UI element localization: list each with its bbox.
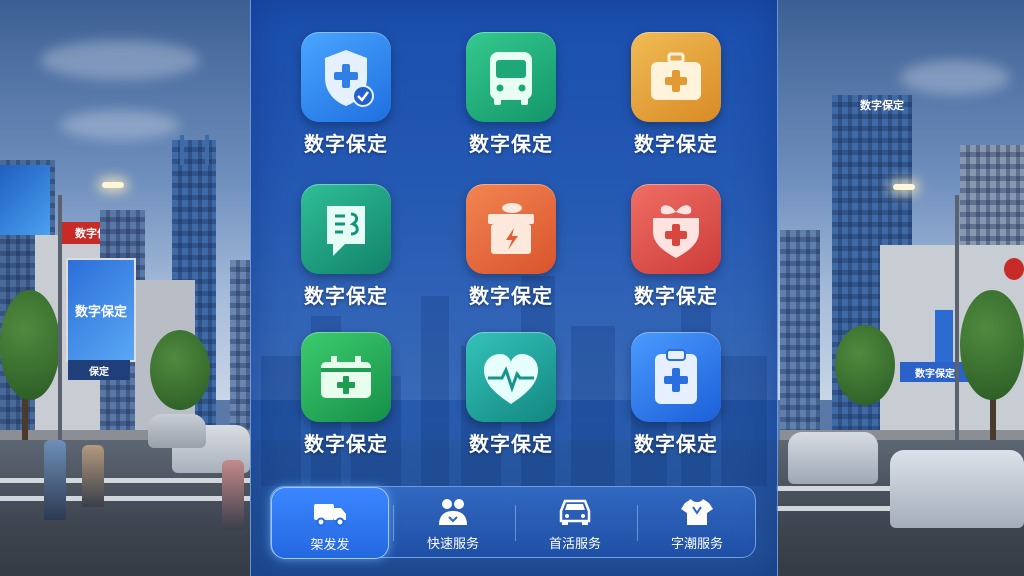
nav-item-life-service[interactable]: 首活服务 [517, 487, 633, 557]
car [890, 450, 1024, 528]
tree [835, 325, 895, 405]
service-tile[interactable]: 数字保定 [611, 32, 741, 157]
tile-label: 数字保定 [634, 284, 718, 308]
spire [205, 135, 209, 165]
tile-label: 数字保定 [304, 284, 388, 308]
car [148, 414, 206, 448]
crosswalk [0, 478, 250, 483]
medical-kit-icon [631, 32, 721, 122]
service-tile[interactable]: 数字保定 [281, 184, 411, 309]
nav-item-delivery[interactable]: 架发发 [271, 487, 389, 559]
nav-divider [637, 505, 638, 541]
nav-label: 字潮服务 [670, 537, 723, 552]
street-lamp [893, 184, 915, 190]
tower-sign: 数字保定 [860, 99, 904, 112]
service-tile[interactable]: 数字保定 [611, 184, 741, 309]
service-tile[interactable]: 数字保定 [281, 332, 411, 457]
car-icon [559, 499, 591, 525]
car [788, 432, 878, 484]
vertical-banner [935, 310, 953, 370]
tile-label: 数字保定 [469, 432, 553, 456]
spire [180, 135, 184, 165]
tree [150, 330, 210, 410]
shield-plus-icon [301, 32, 391, 122]
delivery-truck-icon [314, 504, 346, 527]
tile-label: 数字保定 [469, 132, 553, 156]
led-screen [0, 165, 50, 235]
pedestrian [44, 440, 66, 520]
tile-label: 数字保定 [634, 132, 718, 156]
cloud [40, 40, 200, 80]
tile-label: 数字保定 [634, 432, 718, 456]
cyclist [82, 445, 104, 507]
chat-document-icon [301, 184, 391, 274]
street-lamp [102, 182, 124, 188]
power-box-icon [466, 184, 556, 274]
heart-pulse-icon [466, 332, 556, 422]
service-tile[interactable]: 数字保定 [611, 332, 741, 457]
service-tile[interactable]: 数字保定 [281, 32, 411, 157]
nav-label: 架发发 [310, 538, 350, 553]
bottom-service-bar: 架发发 快速服务 首活服务 字潮服务 [270, 486, 756, 559]
battery-plus-icon [301, 332, 391, 422]
tile-label: 数字保定 [304, 432, 388, 456]
shop-sign: 保定 [68, 360, 130, 380]
nav-label: 首活服务 [548, 537, 601, 552]
nav-divider [515, 505, 516, 541]
building [780, 230, 820, 440]
tree [0, 290, 60, 400]
gift-medical-icon [631, 184, 721, 274]
cloud [60, 110, 180, 140]
building [230, 260, 250, 440]
clipboard-plus-icon [631, 332, 721, 422]
tile-label: 数字保定 [469, 284, 553, 308]
nav-label: 快速服务 [426, 537, 479, 552]
crosswalk [0, 496, 250, 501]
bus-icon [466, 32, 556, 122]
service-tile[interactable]: 数字保定 [446, 184, 576, 309]
tree [960, 290, 1024, 400]
street-light-pole [955, 195, 959, 440]
service-tile[interactable]: 数字保定 [446, 332, 576, 457]
left-billboard: 数字保定 [66, 258, 136, 362]
shop-sign: 数字保定 [900, 362, 970, 382]
nav-item-clothing-service[interactable]: 字潮服务 [639, 487, 755, 557]
tile-label: 数字保定 [304, 132, 388, 156]
cyclist [222, 460, 244, 530]
logo-sign [1004, 258, 1024, 280]
people-service-icon [439, 499, 467, 525]
street-light-pole [58, 195, 62, 440]
service-tile[interactable]: 数字保定 [446, 32, 576, 157]
shirt-icon [681, 499, 713, 525]
cloud [900, 60, 1010, 95]
nav-item-fast-service[interactable]: 快速服务 [395, 487, 511, 557]
nav-divider [393, 505, 394, 541]
